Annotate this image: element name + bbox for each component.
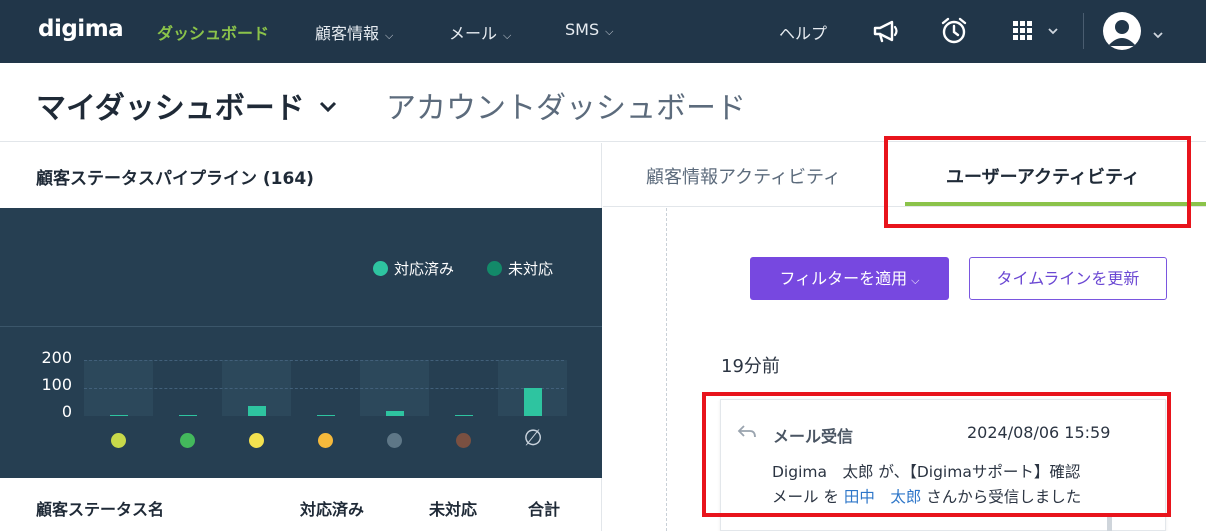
y-tick-label: 0 [61, 402, 72, 421]
timeline-time-ago: 19分前 [721, 356, 780, 377]
account-dashboard-link[interactable]: アカウントダッシュボード [386, 83, 746, 127]
digima-logo[interactable]: digima [38, 16, 124, 42]
user-avatar-icon[interactable] [1103, 12, 1141, 50]
chart-bar[interactable] [316, 415, 335, 416]
legend-swatch [373, 261, 388, 276]
no-status-icon: ∅ [523, 426, 543, 451]
logo-text: digima [38, 16, 124, 42]
status-color-dot [387, 433, 402, 448]
legend-swatch [487, 261, 502, 276]
button-label: フィルターを適用 [779, 269, 908, 288]
page-title[interactable]: マイダッシュボード [36, 83, 305, 127]
y-tick-label: 100 [41, 375, 72, 394]
chevron-down-icon: ⌵ [911, 274, 920, 287]
timeline-rule [666, 208, 667, 531]
help-label: ヘルプ [779, 24, 828, 43]
chart-gridline [84, 360, 564, 361]
status-color-dot [111, 433, 126, 448]
top-navigation-bar: digima ダッシュボード 顧客情報 ⌵ メール ⌵ SMS ⌵ ヘルプ [0, 0, 1206, 63]
alarm-clock-icon[interactable] [940, 16, 968, 50]
highlight-box-user-tab [884, 136, 1191, 228]
legend-label: 未対応 [508, 260, 554, 278]
chevron-down-icon[interactable] [1152, 25, 1164, 44]
refresh-timeline-button[interactable]: タイムラインを更新 [969, 257, 1167, 300]
status-color-dot [249, 433, 264, 448]
scrollbar[interactable] [1107, 517, 1112, 531]
nav-divider [1083, 13, 1084, 49]
status-color-dot [318, 433, 333, 448]
chevron-down-icon[interactable] [318, 99, 338, 118]
help-link[interactable]: ヘルプ [779, 20, 827, 44]
status-color-dot [180, 433, 195, 448]
pipeline-header: 顧客ステータスパイプライン (164) [0, 143, 602, 208]
chart-bar[interactable] [109, 415, 128, 416]
column-header-total[interactable]: 合計 [528, 496, 560, 520]
legend-label: 対応済み [394, 260, 455, 278]
chevron-down-icon: ⌵ [605, 25, 614, 38]
legend-item-pending[interactable]: 未対応 [487, 258, 553, 279]
nav-item-label: SMS [565, 20, 600, 39]
chart-bar[interactable] [454, 415, 473, 416]
column-header-pending[interactable]: 未対応 [429, 496, 477, 520]
nav-item-mail[interactable]: メール ⌵ [449, 20, 511, 44]
nav-item-label: メール [449, 24, 498, 43]
apps-grid-icon[interactable] [1012, 20, 1060, 46]
pipeline-chart: 対応済み 未対応 200 100 0 ∅ [0, 208, 602, 478]
chevron-down-icon: ⌵ [385, 29, 394, 42]
nav-item-label: 顧客情報 [315, 24, 380, 43]
nav-item-label: ダッシュボード [157, 24, 270, 43]
nav-item-customer-info[interactable]: 顧客情報 ⌵ [315, 20, 393, 44]
legend-item-done[interactable]: 対応済み [373, 258, 454, 279]
y-tick-label: 200 [41, 348, 72, 367]
chart-bar[interactable] [247, 405, 266, 416]
nav-item-dashboard[interactable]: ダッシュボード [157, 20, 269, 44]
apply-filter-button[interactable]: フィルターを適用 ⌵ [750, 257, 949, 300]
chart-bar[interactable] [385, 410, 404, 416]
chart-gridline [84, 388, 564, 389]
dashboard-title-row: マイダッシュボード アカウントダッシュボード [0, 63, 1206, 142]
column-header-status-name[interactable]: 顧客ステータス名 [36, 496, 164, 520]
chart-bar[interactable] [523, 388, 542, 416]
highlight-box-activity-card [702, 392, 1171, 517]
tab-customer-activity[interactable]: 顧客情報アクティビティ [646, 163, 841, 189]
column-header-done[interactable]: 対応済み [300, 496, 364, 520]
pipeline-title: 顧客ステータスパイプライン (164) [36, 169, 314, 189]
status-table-header: 顧客ステータス名 対応済み 未対応 合計 [0, 478, 602, 531]
chart-divider [0, 326, 602, 327]
chevron-down-icon: ⌵ [503, 29, 512, 42]
nav-item-sms[interactable]: SMS ⌵ [565, 20, 613, 39]
chart-bar[interactable] [178, 415, 197, 416]
status-color-dot [456, 433, 471, 448]
megaphone-icon[interactable] [872, 17, 900, 49]
